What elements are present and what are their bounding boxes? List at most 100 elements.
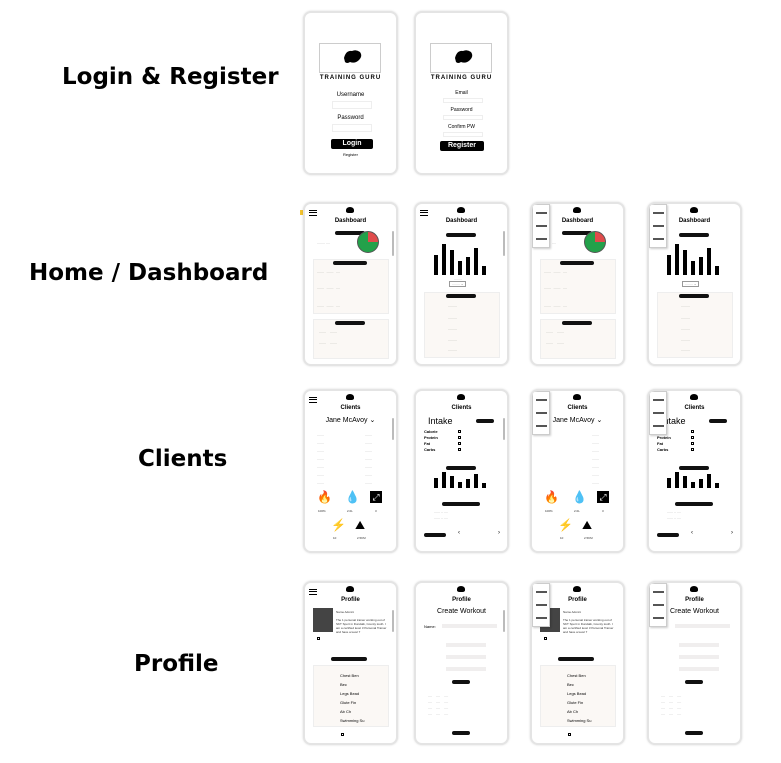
section-label-profile: Profile <box>134 651 219 677</box>
checkbox[interactable] <box>458 442 461 445</box>
scrollbar[interactable] <box>503 418 505 440</box>
intake-pill[interactable] <box>476 419 494 423</box>
bar <box>699 479 703 488</box>
nav-drawer[interactable] <box>649 204 667 248</box>
name-input[interactable] <box>442 624 497 628</box>
menu-icon[interactable] <box>309 210 317 216</box>
password-input[interactable] <box>332 124 372 132</box>
bar <box>667 478 671 488</box>
bar <box>474 248 478 275</box>
list-item: ········· <box>681 338 690 342</box>
nav-drawer[interactable] <box>532 391 550 435</box>
checkbox[interactable] <box>458 436 461 439</box>
save-button[interactable] <box>452 731 470 735</box>
section-label-login: Login & Register <box>62 64 279 90</box>
reps-input[interactable] <box>679 667 719 671</box>
email-label: Email <box>455 90 468 96</box>
stats-pill <box>446 466 476 470</box>
list-item: ········· <box>448 327 457 331</box>
prev-arrow-icon[interactable]: ‹ <box>458 530 460 536</box>
details-values: ······· ······· ······· ······· ······· ·····… <box>365 433 372 485</box>
checkbox[interactable] <box>691 436 694 439</box>
checkbox[interactable] <box>691 448 694 451</box>
menu-icon[interactable] <box>309 397 317 403</box>
username-input[interactable] <box>332 101 372 109</box>
week-select[interactable]: ········ ⌄ <box>682 281 700 287</box>
checkbox[interactable] <box>544 637 547 640</box>
page-title: Dashboard <box>334 218 367 224</box>
row-text: ······· ······· ···· <box>317 286 340 290</box>
add-button[interactable] <box>452 680 470 684</box>
list-item: ········· <box>448 304 457 308</box>
bar <box>699 257 703 275</box>
email-input[interactable] <box>443 98 483 103</box>
workout-table: ···· ···· ···· ···· ···· ···· ···· ···· ··… <box>428 694 449 716</box>
register-link[interactable]: Register <box>305 152 396 157</box>
menu-icon[interactable] <box>309 589 317 595</box>
nav-drawer[interactable] <box>532 204 550 248</box>
schedule-pill[interactable] <box>657 533 679 537</box>
schedule-pill[interactable] <box>424 533 446 537</box>
confirm-password-input[interactable] <box>443 132 483 137</box>
checkbox[interactable] <box>317 637 320 640</box>
bar <box>442 472 446 488</box>
bar <box>707 248 711 275</box>
register-button[interactable]: Register <box>440 141 484 151</box>
checkbox[interactable] <box>568 733 571 736</box>
lightning-value: 10 <box>560 536 564 540</box>
bar <box>482 483 486 488</box>
logo-icon <box>346 394 354 400</box>
brand-text: TRAINING GURU <box>430 75 493 81</box>
checkbox[interactable] <box>458 448 461 451</box>
login-button[interactable]: Login <box>331 139 373 149</box>
plan-card <box>540 319 616 359</box>
list-item: ········· <box>681 304 690 308</box>
bar <box>675 244 679 275</box>
row-text: ······· ······· <box>546 330 565 334</box>
profile-name: Name Adonni <box>336 610 355 614</box>
week-select[interactable]: ········ ⌄ <box>449 281 467 287</box>
nav-drawer[interactable] <box>649 583 667 627</box>
scrollbar[interactable] <box>503 231 505 256</box>
exercise-input[interactable] <box>679 643 719 647</box>
add-button[interactable] <box>685 680 703 684</box>
list-pill <box>446 294 476 298</box>
scrollbar[interactable] <box>392 418 394 440</box>
next-arrow-icon[interactable]: › <box>731 530 733 536</box>
nav-drawer[interactable] <box>532 583 550 627</box>
scrollbar[interactable] <box>392 231 394 256</box>
prev-arrow-icon[interactable]: ‹ <box>691 530 693 536</box>
reps-input[interactable] <box>446 667 486 671</box>
scrollbar[interactable] <box>503 610 505 632</box>
password-label: Password <box>450 107 473 113</box>
checkbox[interactable] <box>458 430 461 433</box>
save-button[interactable] <box>685 731 703 735</box>
menu-icon[interactable] <box>420 210 428 216</box>
page-title: Profile <box>341 597 360 603</box>
clients-screen-intake: Clients Intake Calorie Protein Fat Carbs… <box>414 389 509 553</box>
checkbox[interactable] <box>691 430 694 433</box>
list-item: ········· <box>681 348 690 352</box>
next-arrow-icon[interactable]: › <box>498 530 500 536</box>
checkbox[interactable] <box>691 442 694 445</box>
water-value: 2.0L <box>347 509 353 513</box>
password-input[interactable] <box>443 115 483 120</box>
clients-screen-intake-drawer: Clients Intake Protein Fat Carbs ······ … <box>647 389 742 553</box>
sets-input[interactable] <box>446 655 486 659</box>
client-select[interactable]: Jane McAvoy ⌄ <box>305 416 396 424</box>
exercise-input[interactable] <box>446 643 486 647</box>
checkbox[interactable] <box>341 733 344 736</box>
nav-drawer[interactable] <box>649 391 667 435</box>
scrollbar[interactable] <box>392 610 394 632</box>
road-icon: ⛰ <box>355 518 366 532</box>
logo <box>319 43 381 73</box>
intake-pill[interactable] <box>709 419 727 423</box>
name-input[interactable] <box>675 624 730 628</box>
section-label-dashboard: Home / Dashboard <box>29 260 269 286</box>
plan-card <box>313 319 389 359</box>
stairs-value: 3 <box>375 509 377 513</box>
sets-input[interactable] <box>679 655 719 659</box>
clients-screen-icons: Clients Jane McAvoy ⌄ ······· ······· ····… <box>303 389 398 553</box>
clients-screen-icons-drawer: Clients Jane McAvoy ⌄ ······· ······· ····… <box>530 389 625 553</box>
bar <box>707 474 711 488</box>
